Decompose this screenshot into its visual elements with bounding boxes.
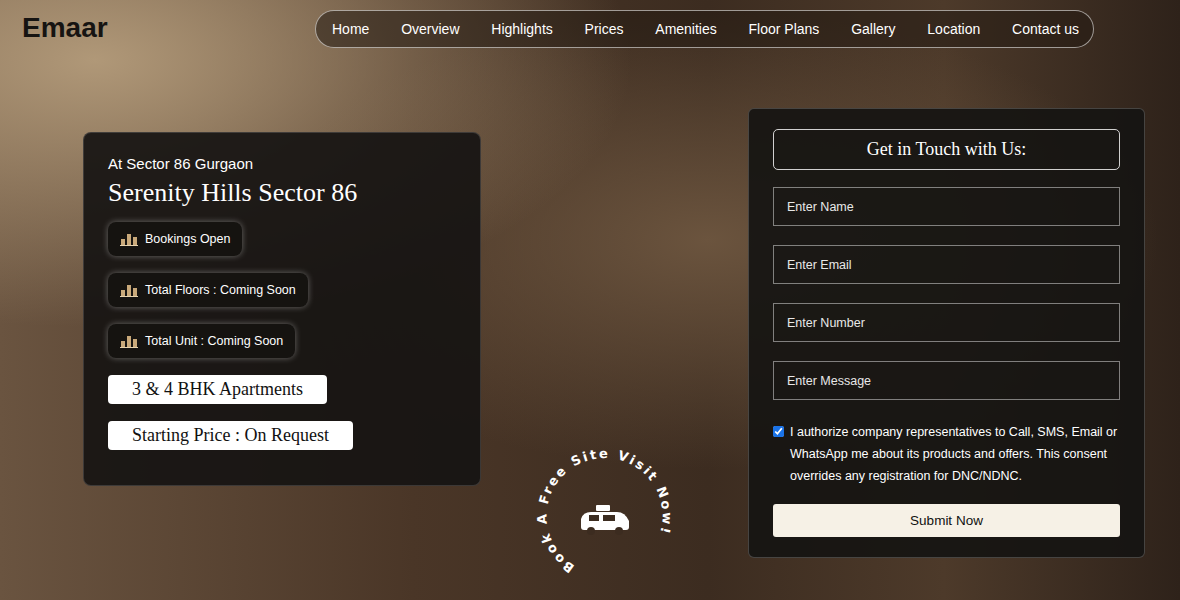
nav-item[interactable]: Home [332,21,369,37]
nav-item[interactable]: Overview [401,21,459,37]
nav-item[interactable]: Floor Plans [749,21,820,37]
highlight-label: Starting Price : On Request [108,421,353,450]
info-chip: Bookings Open [108,222,242,256]
nav-item[interactable]: Location [927,21,980,37]
building-icon [120,283,138,297]
contact-form: Get in Touch with Us: I authorize company… [748,108,1145,558]
submit-button[interactable]: Submit Now [773,504,1120,537]
site-visit-badge[interactable]: Book A Free Site Visit Now! [527,437,683,593]
form-input[interactable] [773,245,1120,284]
header: Emaar Home Overview Highlights Prices Ameniti… [0,0,1180,57]
consent[interactable]: I authorize company representatives to C… [773,421,1120,487]
info-chip: Total Unit : Coming Soon [108,324,295,358]
form-input[interactable] [773,187,1120,226]
info-chip: Total Floors : Coming Soon [108,273,308,307]
svg-text:Book A Free Site Visit Now!: Book A Free Site Visit Now! [534,446,674,576]
consent-checkbox[interactable] [773,426,784,437]
highlight-label: 3 & 4 BHK Apartments [108,375,327,404]
page: Emaar Home Overview Highlights Prices Ameniti… [0,0,1180,600]
nav-item[interactable]: Prices [585,21,624,37]
nav-item[interactable]: Contact us [1012,21,1079,37]
badge-graphic: Book A Free Site Visit Now! [527,437,683,593]
project-location: At Sector 86 Gurgaon [108,155,253,172]
building-icon [120,334,138,348]
form-title: Get in Touch with Us: [773,129,1120,170]
logo[interactable]: Emaar [22,10,108,44]
project-card: At Sector 86 Gurgaon Serenity Hills Secto… [83,132,481,486]
project-title: Serenity Hills Sector 86 [108,178,357,208]
form-input[interactable] [773,361,1120,400]
nav-item[interactable]: Gallery [851,21,895,37]
taxi-icon [581,505,629,535]
main: At Sector 86 Gurgaon Serenity Hills Secto… [0,57,1180,558]
nav-bar: Home Overview Highlights Prices Amenities Flo… [315,10,1094,48]
form-input[interactable] [773,303,1120,342]
nav-item[interactable]: Highlights [491,21,552,37]
nav-item[interactable]: Amenities [655,21,716,37]
building-icon [120,232,138,246]
